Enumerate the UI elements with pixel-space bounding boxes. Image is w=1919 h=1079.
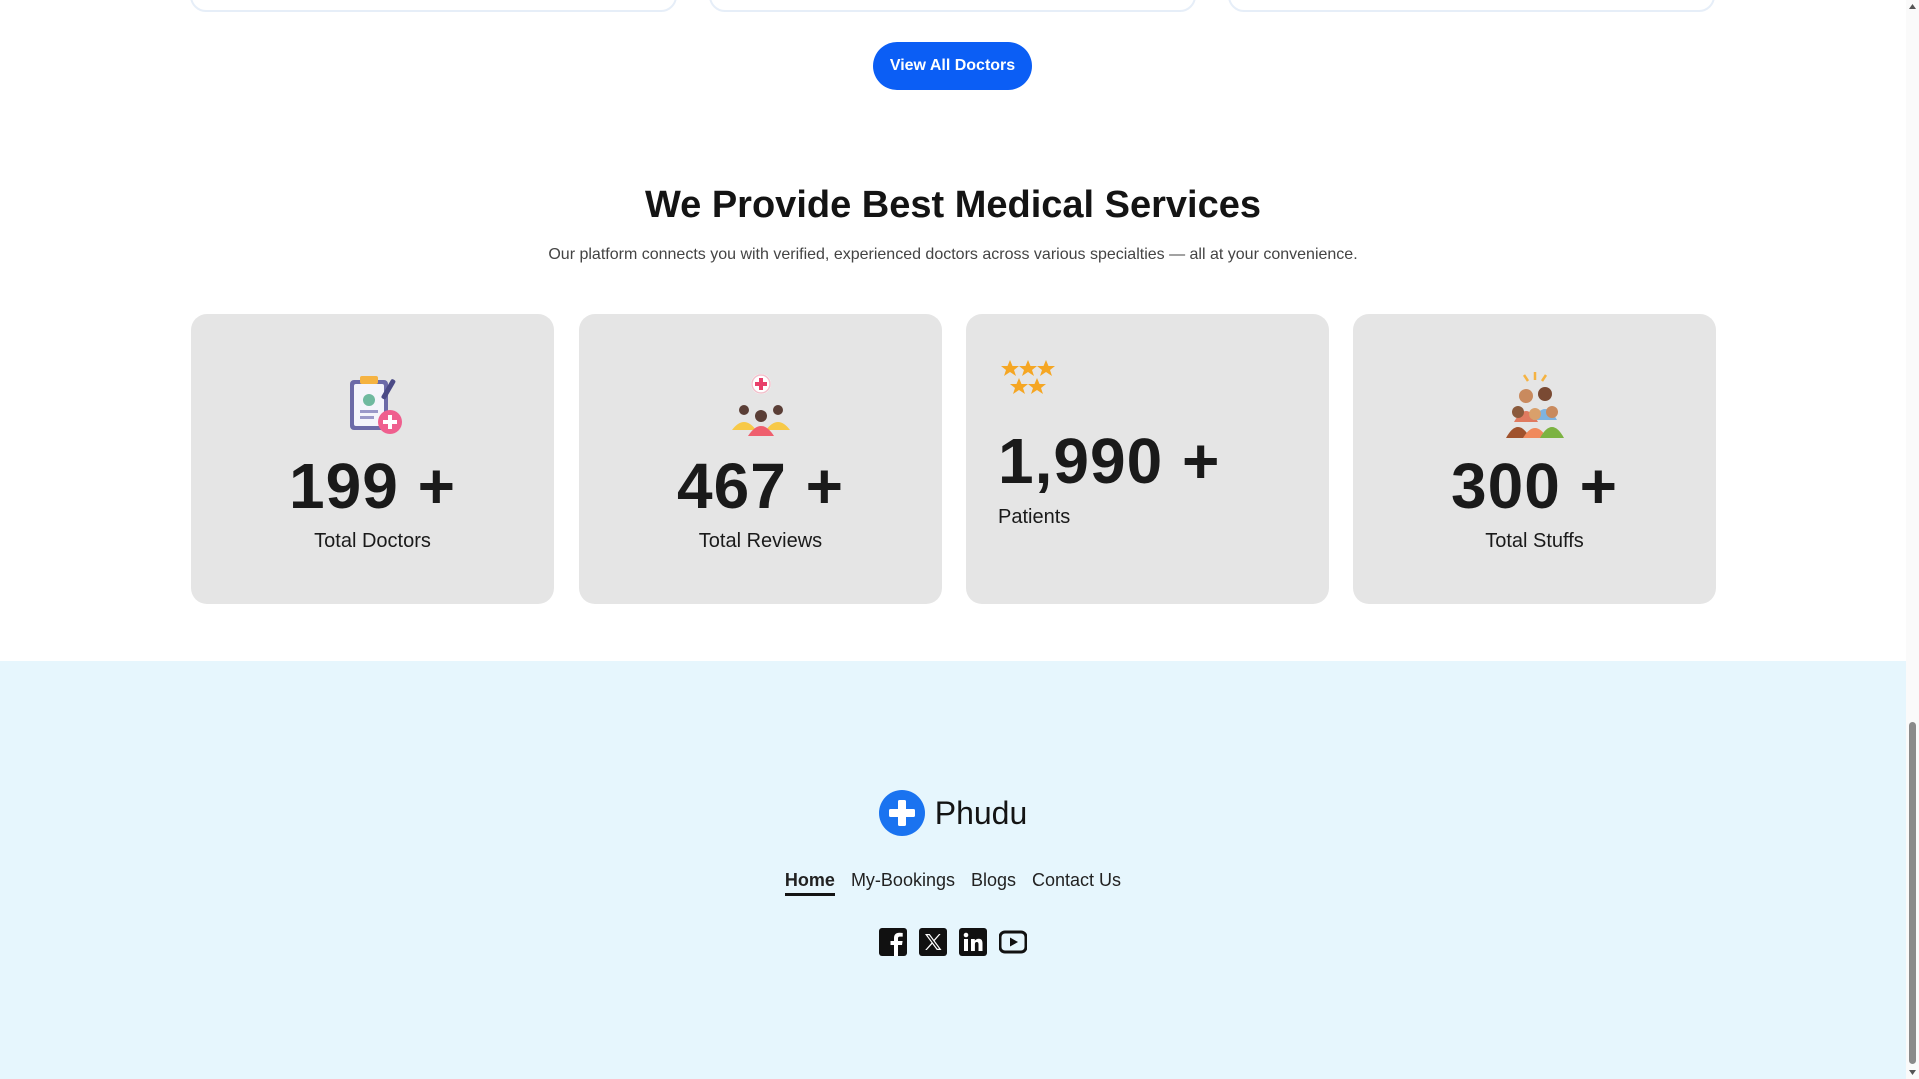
facebook-icon[interactable] <box>879 928 907 956</box>
stat-card-patients: 1,990 + Patients <box>966 314 1329 604</box>
plus-logo-icon <box>878 790 925 836</box>
youtube-icon[interactable] <box>998 928 1028 956</box>
view-all-doctors-button[interactable]: View All Doctors <box>873 42 1032 90</box>
scroll-down-arrow-icon[interactable] <box>1908 1068 1917 1077</box>
stat-number: 300 + <box>1451 450 1618 522</box>
social-links <box>0 928 1906 956</box>
footer-nav-blogs[interactable]: Blogs <box>971 870 1016 896</box>
doctor-card-stub <box>1228 0 1715 12</box>
footer-brand[interactable]: Phudu <box>0 789 1906 837</box>
stat-number: 199 + <box>289 450 456 522</box>
scrollbar-thumb[interactable] <box>1909 722 1916 1064</box>
stat-card-doctors: 199 + Total Doctors <box>191 314 554 604</box>
stat-label: Total Doctors <box>314 530 431 552</box>
stars-icon <box>1001 360 1055 394</box>
brand-name: Phudu <box>934 794 1028 831</box>
stat-label: Total Reviews <box>698 530 823 552</box>
doctor-card-stub <box>190 0 677 12</box>
staff-group-icon <box>1505 372 1564 438</box>
doctor-report-icon <box>349 376 402 434</box>
linkedin-icon[interactable] <box>959 928 987 956</box>
scrollbar[interactable] <box>1906 0 1919 1079</box>
section-subtitle: Our platform connects you with verified,… <box>548 246 1358 263</box>
stat-number: 467 + <box>677 450 844 522</box>
stat-label: Patients <box>998 506 1071 528</box>
footer-nav-my-bookings[interactable]: My-Bookings <box>851 870 955 896</box>
doctor-card-stub <box>709 0 1196 12</box>
stat-number: 1,990 + <box>998 425 1221 497</box>
reviews-people-icon <box>731 374 790 436</box>
stat-card-reviews: 467 + Total Reviews <box>579 314 942 604</box>
x-icon[interactable] <box>919 928 947 956</box>
section-title: We Provide Best Medical Services <box>644 184 1262 226</box>
footer: Phudu Home My-Bookings Blogs Contact Us <box>0 661 1906 1079</box>
page: View All Doctors We Provide Best Medical… <box>0 0 1919 1079</box>
scroll-up-arrow-icon[interactable] <box>1908 2 1917 11</box>
footer-nav-contact-us[interactable]: Contact Us <box>1032 870 1121 896</box>
stat-card-staff: 300 + Total Stuffs <box>1353 314 1716 604</box>
stat-label: Total Stuffs <box>1485 530 1584 552</box>
footer-nav: Home My-Bookings Blogs Contact Us <box>0 870 1906 896</box>
footer-nav-home[interactable]: Home <box>784 870 835 896</box>
